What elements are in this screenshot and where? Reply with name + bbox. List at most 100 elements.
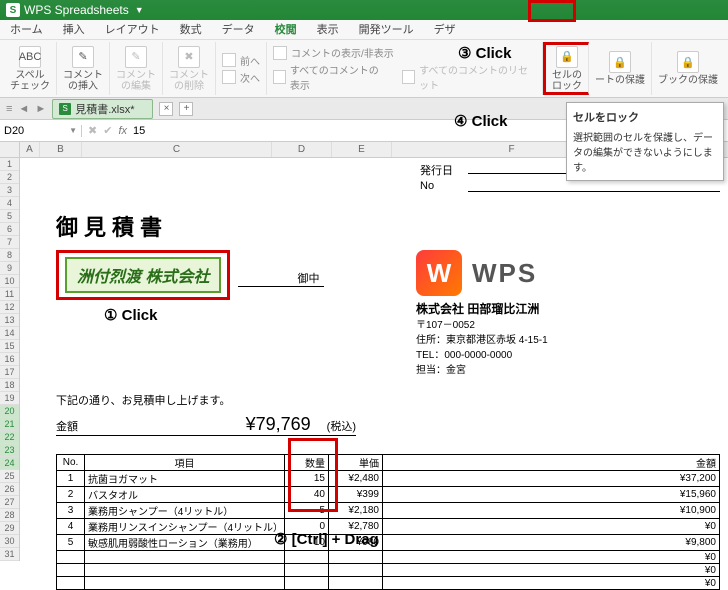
table-row[interactable]: ¥0 — [57, 551, 720, 564]
cell-price[interactable]: ¥2,180 — [329, 503, 383, 519]
cell-no[interactable]: 3 — [57, 503, 85, 519]
row-header-7[interactable]: 7 — [0, 236, 19, 249]
name-box[interactable]: D20▼ — [0, 125, 82, 137]
spellcheck-button[interactable]: ABC スペル チェック — [4, 42, 57, 95]
row-header-29[interactable]: 29 — [0, 522, 19, 535]
quote-table[interactable]: No. 項目 数量 単価 金額 1抗菌ヨガマット15¥2,480¥37,2002… — [56, 454, 720, 590]
close-tab-button[interactable]: × — [159, 102, 173, 116]
table-row[interactable]: 4業務用リンスインシャンプー（4リットル）0¥2,780¥0 — [57, 519, 720, 535]
row-header-2[interactable]: 2 — [0, 171, 19, 184]
protect-sheet-button[interactable]: 🔒 ートの保護 — [589, 42, 652, 95]
cell-no[interactable] — [57, 564, 85, 577]
menu-tab-デザ[interactable]: デザ — [424, 20, 466, 40]
row-header-11[interactable]: 11 — [0, 288, 19, 301]
tab-next-icon[interactable]: ► — [35, 103, 46, 115]
table-row[interactable]: 3業務用シャンプー（4リットル）5¥2,180¥10,900 — [57, 503, 720, 519]
file-tab-active[interactable]: S 見積書.xlsx* — [52, 99, 153, 119]
chevron-down-icon[interactable]: ▼ — [69, 126, 77, 135]
cell-total[interactable]: ¥15,960 — [383, 487, 720, 503]
tab-prev-icon[interactable]: ◄ — [18, 103, 29, 115]
select-all-corner[interactable] — [0, 142, 20, 158]
cell-item[interactable]: バスタオル — [85, 487, 285, 503]
row-header-3[interactable]: 3 — [0, 184, 19, 197]
cell-item[interactable] — [85, 564, 285, 577]
row-header-15[interactable]: 15 — [0, 340, 19, 353]
row-header-14[interactable]: 14 — [0, 327, 19, 340]
col-header-B[interactable]: B — [40, 142, 82, 157]
row-header-28[interactable]: 28 — [0, 509, 19, 522]
show-all-comments-button[interactable]: すべてのコメントの表示 すべてのコメントのリセット — [273, 62, 536, 92]
cell-no[interactable]: 2 — [57, 487, 85, 503]
col-header-A[interactable]: A — [20, 142, 40, 157]
row-header-4[interactable]: 4 — [0, 197, 19, 210]
cell-item[interactable]: 抗菌ヨガマット — [85, 471, 285, 487]
cell-qty[interactable]: 15 — [285, 471, 329, 487]
row-header-31[interactable]: 31 — [0, 548, 19, 561]
fx-icon[interactable]: fx — [118, 125, 127, 137]
cell-total[interactable]: ¥0 — [383, 551, 720, 564]
row-header-16[interactable]: 16 — [0, 353, 19, 366]
cell-no[interactable] — [57, 551, 85, 564]
cell-item[interactable]: 業務用シャンプー（4リットル） — [85, 503, 285, 519]
new-tab-button[interactable]: + — [179, 102, 193, 116]
confirm-edit-icon[interactable]: ✔ — [103, 124, 112, 137]
row-header-6[interactable]: 6 — [0, 223, 19, 236]
menu-tab-レイアウト[interactable]: レイアウト — [95, 20, 170, 40]
cancel-edit-icon[interactable]: ✖ — [88, 124, 97, 137]
cell-no[interactable]: 5 — [57, 535, 85, 551]
cell-total[interactable]: ¥0 — [383, 564, 720, 577]
cell-qty[interactable]: 40 — [285, 487, 329, 503]
table-row[interactable]: 5敏感肌用弱酸性ローション（業務用）10¥980¥9,800 — [57, 535, 720, 551]
row-header-9[interactable]: 9 — [0, 262, 19, 275]
row-header-12[interactable]: 12 — [0, 301, 19, 314]
col-header-C[interactable]: C — [82, 142, 272, 157]
cell-item[interactable] — [85, 551, 285, 564]
company-name-cell[interactable]: 洲付烈渡 株式会社 — [65, 257, 221, 293]
cell-qty[interactable] — [285, 564, 329, 577]
company-selection-box[interactable]: 洲付烈渡 株式会社 — [56, 250, 230, 300]
menu-tab-校閲[interactable]: 校閲 — [265, 20, 307, 40]
formula-input[interactable]: 15 — [133, 125, 145, 137]
cell-price[interactable] — [329, 564, 383, 577]
tab-menu-icon[interactable]: ≡ — [6, 103, 12, 115]
chevron-down-icon[interactable]: ▼ — [135, 5, 144, 15]
spreadsheet-grid[interactable]: 発行日 No 御見積書 洲付烈渡 株式会社 御中 ① Click — [20, 158, 728, 578]
lock-cell-button[interactable]: 🔒 セルの ロック — [543, 42, 589, 95]
row-header-17[interactable]: 17 — [0, 366, 19, 379]
row-header-10[interactable]: 10 — [0, 275, 19, 288]
menu-tab-数式[interactable]: 数式 — [170, 20, 212, 40]
col-header-E[interactable]: E — [332, 142, 392, 157]
cell-qty[interactable]: 5 — [285, 503, 329, 519]
cell-item[interactable]: 業務用リンスインシャンプー（4リットル） — [85, 519, 285, 535]
row-header-25[interactable]: 25 — [0, 470, 19, 483]
cell-price[interactable]: ¥2,480 — [329, 471, 383, 487]
table-row[interactable]: 1抗菌ヨガマット15¥2,480¥37,200 — [57, 471, 720, 487]
menu-tab-表示[interactable]: 表示 — [307, 20, 349, 40]
col-header-D[interactable]: D — [272, 142, 332, 157]
row-header-24[interactable]: 24 — [0, 457, 19, 470]
row-header-5[interactable]: 5 — [0, 210, 19, 223]
cell-no[interactable]: 4 — [57, 519, 85, 535]
cell-total[interactable]: ¥37,200 — [383, 471, 720, 487]
row-header-27[interactable]: 27 — [0, 496, 19, 509]
row-header-18[interactable]: 18 — [0, 379, 19, 392]
menu-tab-データ[interactable]: データ — [212, 20, 265, 40]
row-header-23[interactable]: 23 — [0, 444, 19, 457]
row-header-13[interactable]: 13 — [0, 314, 19, 327]
menu-tab-挿入[interactable]: 挿入 — [53, 20, 95, 40]
cell-item[interactable]: 敏感肌用弱酸性ローション（業務用） — [85, 535, 285, 551]
menu-tab-開発ツール[interactable]: 開発ツール — [349, 20, 424, 40]
cell-qty[interactable] — [285, 551, 329, 564]
row-header-22[interactable]: 22 — [0, 431, 19, 444]
row-header-20[interactable]: 20 — [0, 405, 19, 418]
row-header-1[interactable]: 1 — [0, 158, 19, 171]
row-header-8[interactable]: 8 — [0, 249, 19, 262]
protect-book-button[interactable]: 🔒 ブックの保護 — [652, 42, 724, 95]
cell-total[interactable]: ¥9,800 — [383, 535, 720, 551]
cell-total[interactable]: ¥0 — [383, 519, 720, 535]
row-header-26[interactable]: 26 — [0, 483, 19, 496]
cell-total[interactable]: ¥10,900 — [383, 503, 720, 519]
row-header-30[interactable]: 30 — [0, 535, 19, 548]
table-row[interactable]: ¥0 — [57, 564, 720, 577]
row-header-19[interactable]: 19 — [0, 392, 19, 405]
